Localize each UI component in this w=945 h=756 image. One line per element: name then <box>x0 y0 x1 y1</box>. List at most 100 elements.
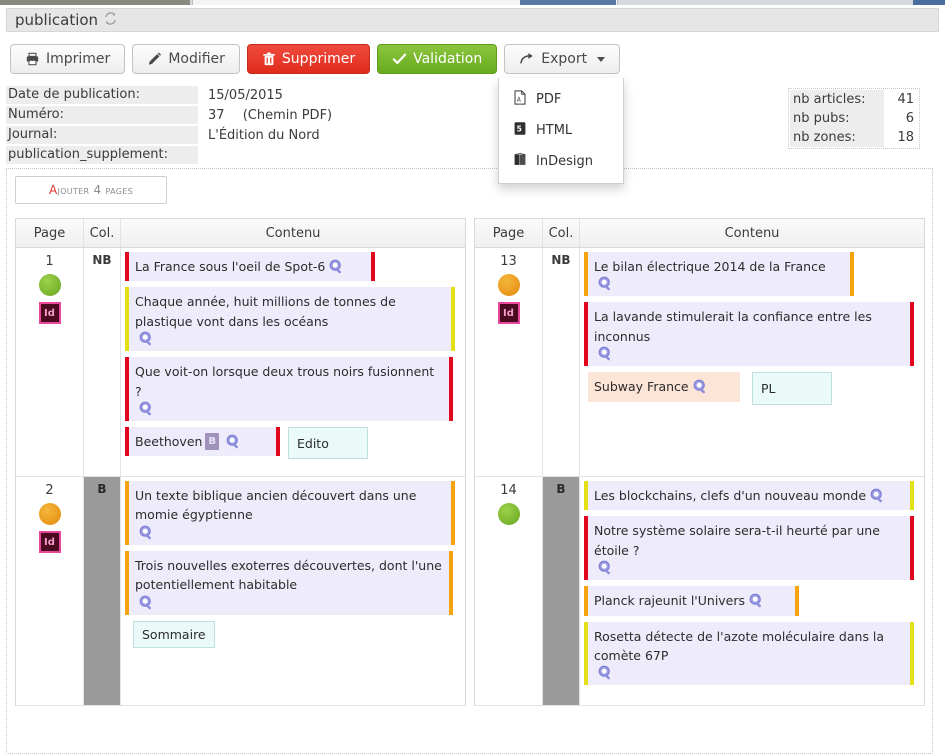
article-row: Rosetta détecte de l'azote moléculaire d… <box>584 621 922 689</box>
chevron-down-icon <box>597 56 606 62</box>
magnifier-icon[interactable] <box>598 560 613 575</box>
article-right-bar <box>850 252 854 297</box>
article-block[interactable]: Notre système solaire sera-t-il heurté p… <box>584 516 914 581</box>
col-cell: B <box>84 477 121 705</box>
content-cell: La France sous l'oeil de Spot-6 Chaque an… <box>121 248 465 476</box>
article-body[interactable]: Notre système solaire sera-t-il heurté p… <box>588 516 910 581</box>
page-title-bar: publication <box>6 8 939 32</box>
article-right-bar <box>449 550 453 615</box>
article-block[interactable]: Le bilan électrique 2014 de la France <box>584 252 854 297</box>
article-row: Sommaire <box>125 620 463 648</box>
share-arrow-icon <box>519 52 535 66</box>
article-title: Beethoven <box>135 433 203 449</box>
article-title: Notre système solaire sera-t-il heurté p… <box>594 523 880 558</box>
magnifier-icon[interactable] <box>598 346 613 361</box>
page-title: publication <box>15 11 99 29</box>
zone-tag[interactable]: Edito <box>288 426 368 460</box>
indesign-badge-icon: Id <box>38 531 61 553</box>
info-value-text: L'Édition du Nord <box>208 127 320 143</box>
magnifier-icon[interactable] <box>598 665 613 680</box>
print-button[interactable]: Imprimer <box>10 44 126 74</box>
info-value-text: 15/05/2015 <box>208 87 283 103</box>
article-block[interactable]: Beethoven B <box>125 426 280 457</box>
page-row: 13 Id NB Le bilan électrique 2014 de la Fra… <box>475 248 924 477</box>
validate-button[interactable]: Validation <box>377 44 498 74</box>
article-body[interactable]: Un texte biblique ancien découvert dans … <box>129 481 451 545</box>
content-cell: Les blockchains, clefs d'un nouveau mond… <box>580 477 924 705</box>
article-row: La lavande stimulerait la confiance entr… <box>584 302 922 369</box>
article-right-bar <box>910 621 914 686</box>
article-block[interactable]: Planck rajeunit l'Univers <box>584 586 799 616</box>
info-value: L'Édition du Nord <box>198 128 320 143</box>
column-header-page: Page <box>16 219 84 247</box>
article-body[interactable]: Subway France <box>588 372 740 402</box>
magnifier-icon[interactable] <box>139 595 154 610</box>
export-button[interactable]: Export <box>504 44 621 74</box>
article-title: Planck rajeunit l'Univers <box>594 593 746 609</box>
magnifier-icon[interactable] <box>139 525 154 540</box>
article-right-bar <box>910 516 914 581</box>
article-block[interactable]: La France sous l'oeil de Spot-6 <box>125 252 375 282</box>
article-body[interactable]: Le bilan électrique 2014 de la France <box>588 252 850 297</box>
content-cell: Un texte biblique ancien découvert dans … <box>121 477 465 705</box>
magnifier-icon[interactable] <box>329 259 344 274</box>
export-menu-item-indesign[interactable]: InDesign <box>499 146 623 177</box>
article-body[interactable]: La France sous l'oeil de Spot-6 <box>129 252 371 282</box>
article-block[interactable]: Trois nouvelles exoterres découvertes, d… <box>125 550 453 615</box>
left-pages-table: Page Col. Contenu 1 Id NB La France sous l'oei… <box>15 218 466 706</box>
article-body[interactable]: Rosetta détecte de l'azote moléculaire d… <box>588 621 910 686</box>
magnifier-icon[interactable] <box>139 331 154 346</box>
info-value: 15/05/2015 <box>198 88 283 103</box>
export-menu-item-indesign-label: InDesign <box>536 154 593 169</box>
magnifier-icon[interactable] <box>870 488 885 503</box>
table-header-row: Page Col. Contenu <box>16 219 465 248</box>
article-body[interactable]: Planck rajeunit l'Univers <box>588 586 795 616</box>
column-header-col: Col. <box>543 219 580 247</box>
magnifier-icon[interactable] <box>226 434 241 449</box>
article-right-bar <box>740 372 744 401</box>
magnifier-icon[interactable] <box>598 276 613 291</box>
article-body[interactable]: La lavande stimulerait la confiance entr… <box>588 302 910 367</box>
column-header-col: Col. <box>84 219 121 247</box>
export-menu-item-pdf-label: PDF <box>536 92 562 107</box>
publication-info-grid: Date de publication: 15/05/2015 Numéro: … <box>6 86 336 166</box>
article-block[interactable]: Rosetta détecte de l'azote moléculaire d… <box>584 621 914 686</box>
article-title: Subway France <box>594 379 689 395</box>
article-block[interactable]: Les blockchains, clefs d'un nouveau mond… <box>584 481 914 511</box>
article-body[interactable]: Chaque année, huit millions de tonnes de… <box>129 287 451 352</box>
browser-chrome-sliver <box>0 0 945 8</box>
export-label: Export <box>541 51 588 67</box>
magnifier-icon[interactable] <box>139 401 154 416</box>
article-right-bar <box>451 287 455 352</box>
article-title: Rosetta détecte de l'azote moléculaire d… <box>594 628 885 663</box>
article-block[interactable]: Que voit-on lorsque deux trous noirs fus… <box>125 357 453 421</box>
stat-label: nb articles: <box>790 90 884 109</box>
article-title: La France sous l'oeil de Spot-6 <box>135 259 326 274</box>
article-title: Trois nouvelles exoterres découvertes, d… <box>135 557 442 593</box>
export-menu-item-pdf[interactable]: A PDF <box>499 84 623 115</box>
article-block[interactable]: La lavande stimulerait la confiance entr… <box>584 302 914 367</box>
delete-button[interactable]: Supprimer <box>246 44 371 74</box>
article-body[interactable]: Beethoven B <box>129 426 276 457</box>
article-body[interactable]: Les blockchains, clefs d'un nouveau mond… <box>588 481 910 511</box>
article-row: La France sous l'oeil de Spot-6 <box>125 252 463 284</box>
article-body[interactable]: Trois nouvelles exoterres découvertes, d… <box>129 550 449 615</box>
magnifier-icon[interactable] <box>693 379 708 394</box>
article-block[interactable]: Chaque année, huit millions de tonnes de… <box>125 287 455 352</box>
delete-label: Supprimer <box>281 51 356 67</box>
html5-icon: 5 <box>513 121 527 140</box>
article-right-bar <box>371 252 375 282</box>
content-cell: Le bilan électrique 2014 de la France La … <box>580 248 924 476</box>
article-block[interactable]: Subway France <box>584 372 744 402</box>
zone-tag[interactable]: Sommaire <box>133 620 215 648</box>
zone-tag[interactable]: PL <box>752 372 832 405</box>
stat-row: nb articles: 41 <box>790 90 918 109</box>
magnifier-icon[interactable] <box>749 593 764 608</box>
add-4-pages-button[interactable]: Ajouter 4 pages <box>15 176 167 204</box>
article-block[interactable]: Un texte biblique ancien découvert dans … <box>125 481 455 545</box>
edit-button[interactable]: Modifier <box>132 44 240 74</box>
article-body[interactable]: Que voit-on lorsque deux trous noirs fus… <box>129 357 449 421</box>
article-title: Chaque année, huit millions de tonnes de… <box>135 294 396 329</box>
refresh-icon[interactable] <box>104 11 117 29</box>
export-menu-item-html[interactable]: 5 HTML <box>499 115 623 146</box>
